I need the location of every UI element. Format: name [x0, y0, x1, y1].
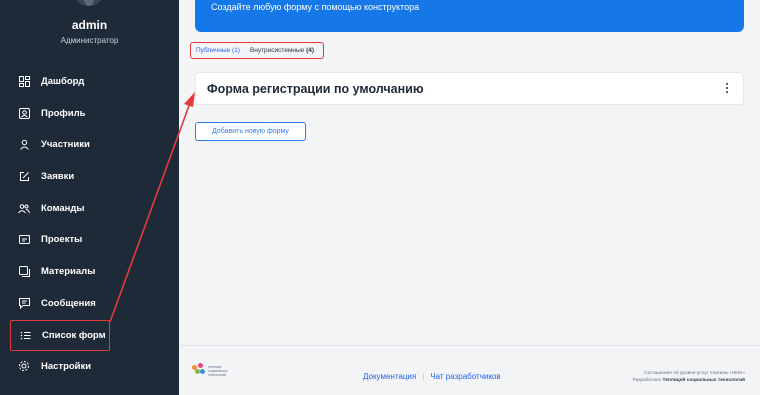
avatar[interactable] [76, 0, 102, 6]
logo-mark [192, 363, 205, 378]
logo-text: теплица социальных технологий [208, 364, 228, 377]
sidebar-item-label: Проекты [41, 233, 83, 245]
tab-public-count: (1) [231, 47, 240, 54]
org-logo[interactable]: теплица социальных технологий [192, 363, 238, 378]
sidebar-item-profile[interactable]: Профиль [10, 99, 110, 127]
profile-icon [18, 107, 30, 119]
sidebar-item-label: Заявки [41, 170, 75, 182]
sidebar-item-messages[interactable]: Сообщения [10, 289, 110, 317]
docs-link[interactable]: Документация [363, 372, 416, 381]
footer: теплица социальных технологий Документац… [179, 345, 760, 395]
sla-link[interactable]: Соглашение об уровне услуг плагина «HMS» [633, 370, 745, 377]
credit-org[interactable]: Теплицей социальных технологий [663, 378, 745, 383]
sidebar-item-label: Команды [41, 202, 85, 214]
sidebar-item-label: Дашборд [41, 75, 85, 87]
dev-chat-link[interactable]: Чат разработчиков [430, 372, 500, 381]
user-icon [18, 138, 30, 150]
sidebar-item-participants[interactable]: Участники [10, 130, 110, 158]
sidebar-item-form-list[interactable]: Список форм [10, 320, 110, 351]
sidebar-item-materials[interactable]: Материалы [10, 257, 110, 285]
sidebar-item-label: Список форм [42, 330, 106, 341]
sidebar-item-teams[interactable]: Команды [10, 194, 110, 222]
form-title: Форма регистрации по умолчанию [207, 81, 424, 96]
tab-internal[interactable]: Внутрисистемные (4) [245, 47, 319, 54]
form-card[interactable]: Форма регистрации по умолчанию [195, 72, 744, 105]
developer-credit: Разработано Теплицей социальных технолог… [633, 377, 745, 384]
credit-prefix: Разработано [632, 378, 662, 383]
add-form-button[interactable]: Добавить новую форму [195, 122, 306, 141]
gear-icon [18, 360, 30, 372]
message-icon [18, 297, 30, 309]
edit-icon [18, 170, 30, 182]
footer-links: Документация | Чат разработчиков [363, 372, 501, 381]
tab-public-label: Публичные [196, 47, 231, 54]
sidebar-item-label: Сообщения [41, 297, 96, 309]
tab-internal-count: (4) [306, 47, 315, 54]
team-icon [18, 202, 30, 214]
sidebar-item-projects[interactable]: Проекты [10, 225, 110, 253]
project-icon [18, 233, 30, 245]
sidebar-item-label: Участники [41, 138, 90, 150]
list-icon [19, 330, 31, 342]
sidebar-item-dashboard[interactable]: Дашборд [10, 67, 110, 95]
footer-divider: | [422, 372, 425, 381]
user-role: Администратор [60, 36, 119, 45]
sidebar-item-label: Настройки [41, 360, 92, 372]
sidebar-item-label: Материалы [41, 265, 96, 277]
sidebar-item-requests[interactable]: Заявки [10, 162, 110, 190]
dashboard-icon [18, 75, 30, 87]
sidebar-item-label: Профиль [41, 107, 86, 119]
form-tabs: Публичные (1) Внутрисистемные (4) [190, 42, 324, 59]
sidebar: admin Администратор Дашборд Профиль Учас… [0, 0, 179, 395]
sidebar-item-settings[interactable]: Настройки [10, 352, 110, 380]
materials-icon [18, 265, 30, 277]
banner-text: Создайте любую форму с помощью конструкт… [211, 2, 420, 12]
user-name: admin [71, 18, 108, 32]
info-banner: Создайте любую форму с помощью конструкт… [195, 0, 744, 32]
more-options-icon[interactable] [725, 82, 729, 98]
tab-public[interactable]: Публичные (1) [191, 47, 245, 54]
main-content: Создайте любую форму с помощью конструкт… [179, 0, 760, 395]
footer-legal: Соглашение об уровне услуг плагина «HMS»… [633, 370, 745, 384]
tab-internal-label: Внутрисистемные [249, 47, 305, 54]
